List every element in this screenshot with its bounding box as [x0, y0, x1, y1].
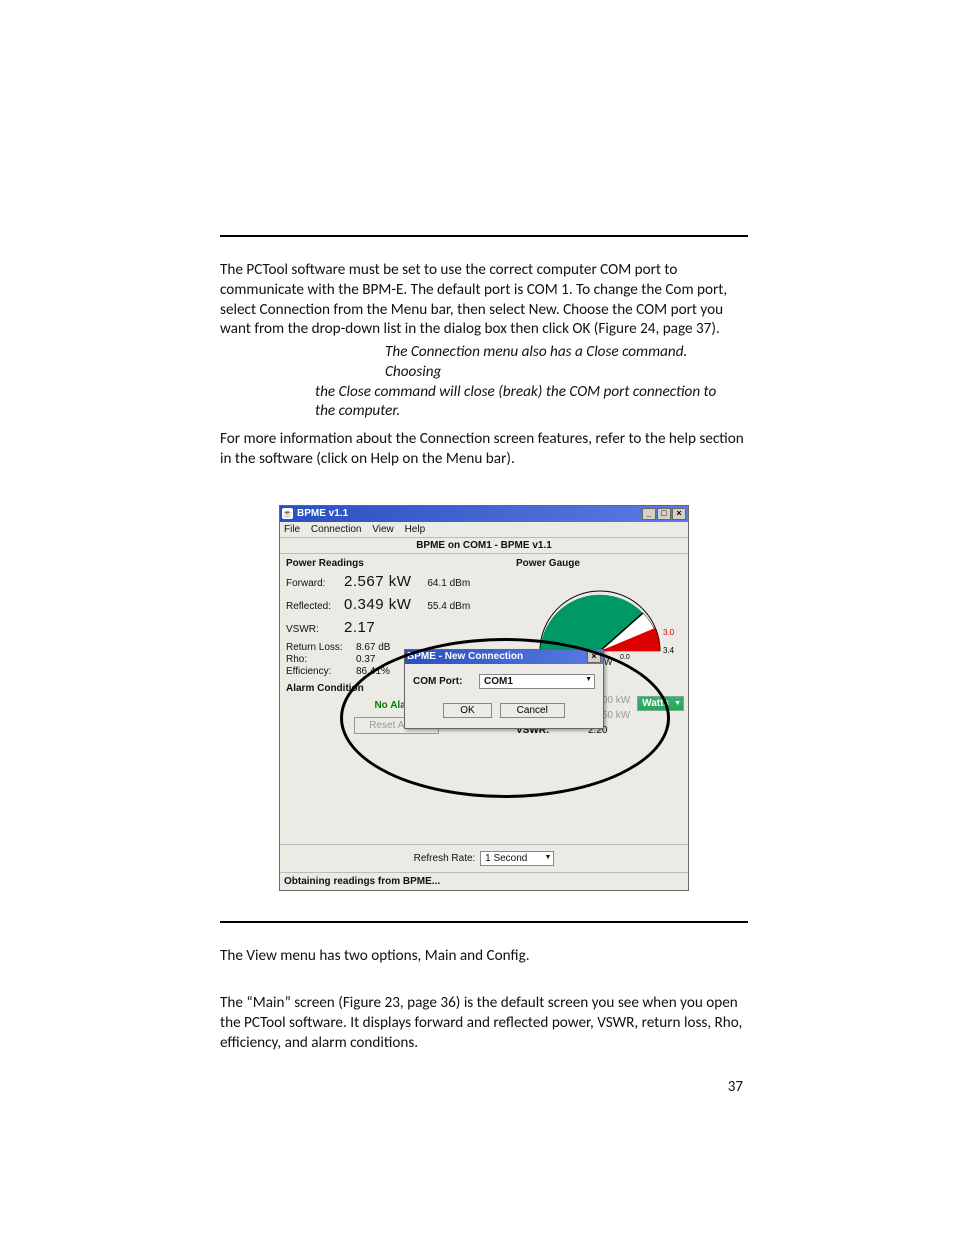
unit-dropdown[interactable]: Watts▼	[637, 696, 684, 711]
paragraph-2: For more information about the Connectio…	[220, 430, 748, 470]
paragraph-1: The PCTool software must be set to use t…	[220, 261, 748, 340]
chevron-down-icon: ▼	[674, 700, 681, 707]
refresh-dropdown[interactable]: 1 Second ▼	[480, 851, 554, 866]
note-paragraph: The Connection menu also has a Close com…	[315, 343, 735, 422]
reflected-dbm: 55.4 dBm	[427, 601, 470, 612]
return-loss-label: Return Loss:	[286, 642, 356, 653]
screenshot-figure: ☕ BPME v1.1 _ □ × File Connection View H…	[220, 505, 748, 891]
new-connection-dialog: BPME - New Connection × COM Port: COM1 ▼	[404, 649, 604, 729]
chevron-down-icon: ▼	[585, 676, 592, 683]
return-loss-value: 8.67 dB	[356, 642, 390, 653]
cancel-button[interactable]: Cancel	[500, 703, 565, 718]
note-line1: The Connection menu also has a Close com…	[385, 343, 735, 383]
power-gauge-title: Power Gauge	[516, 558, 686, 569]
page-number: 37	[728, 1078, 743, 1096]
refresh-label: Refresh Rate:	[414, 853, 476, 864]
status-bar: Obtaining readings from BPME...	[280, 872, 688, 890]
paragraph-3: The View menu has two options, Main and …	[220, 947, 748, 967]
efficiency-label: Efficiency:	[286, 666, 356, 677]
refresh-row: Refresh Rate: 1 Second ▼	[280, 844, 688, 872]
power-readings-title: Power Readings	[286, 558, 509, 569]
close-button[interactable]: ×	[672, 508, 686, 520]
rho-value: 0.37	[356, 654, 375, 665]
com-port-dropdown[interactable]: COM1 ▼	[479, 674, 595, 689]
reflected-value: 0.349 kW	[344, 596, 411, 613]
minimize-button[interactable]: _	[642, 508, 656, 520]
window-title: BPME v1.1	[297, 508, 348, 519]
dialog-close-button[interactable]: ×	[587, 651, 601, 663]
vswr-label: VSWR:	[286, 624, 344, 635]
efficiency-value: 86.41%	[356, 666, 390, 677]
maximize-button[interactable]: □	[657, 508, 671, 520]
rho-label: Rho:	[286, 654, 356, 665]
top-rule	[220, 235, 748, 237]
chevron-down-icon: ▼	[544, 854, 551, 861]
paragraph-4: The “Main” screen (Figure 23, page 36) i…	[220, 994, 748, 1053]
menu-file[interactable]: File	[284, 524, 300, 535]
subtitle-bar: BPME on COM1 - BPME v1.1	[280, 538, 688, 554]
ok-button[interactable]: OK	[443, 703, 491, 718]
menu-connection[interactable]: Connection	[311, 524, 362, 535]
titlebar: ☕ BPME v1.1 _ □ ×	[280, 506, 688, 522]
menubar: File Connection View Help	[280, 522, 688, 538]
java-icon: ☕	[282, 508, 293, 519]
forward-label: Forward:	[286, 578, 344, 589]
com-port-label: COM Port:	[413, 676, 479, 687]
vswr-value: 2.17	[344, 619, 375, 636]
bottom-rule	[220, 921, 748, 923]
dialog-title: BPME - New Connection	[407, 651, 523, 662]
forward-dbm: 64.1 dBm	[427, 578, 470, 589]
note-rest: the Close command will close (break) the…	[315, 383, 716, 421]
forward-value: 2.567 kW	[344, 573, 411, 590]
reflected-label: Reflected:	[286, 601, 344, 612]
svg-text:3.4: 3.4	[663, 646, 675, 655]
svg-text:0.0: 0.0	[620, 654, 630, 661]
svg-text:3.0: 3.0	[663, 628, 675, 637]
menu-help[interactable]: Help	[405, 524, 426, 535]
menu-view[interactable]: View	[372, 524, 394, 535]
app-window: ☕ BPME v1.1 _ □ × File Connection View H…	[279, 505, 689, 891]
